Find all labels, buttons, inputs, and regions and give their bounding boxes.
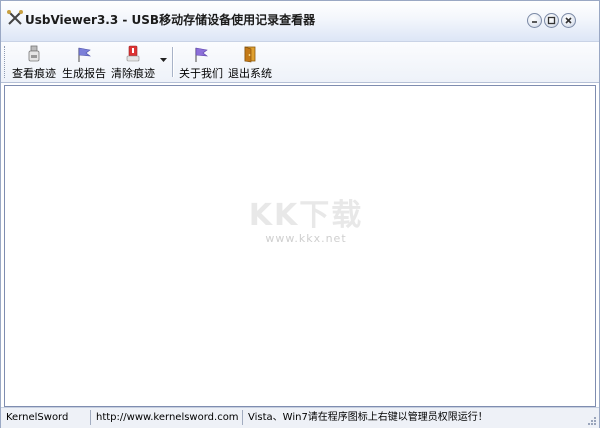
clear-trace-icon xyxy=(126,45,140,62)
usb-drive-icon xyxy=(28,45,40,62)
toolbar: 查看痕迹 生成报告 清除痕迹 关于我们 退出系统 xyxy=(1,42,599,83)
view-traces-label: 查看痕迹 xyxy=(12,67,56,80)
minimize-button[interactable] xyxy=(527,13,542,28)
crossed-tools-icon[interactable] xyxy=(6,9,24,27)
close-button[interactable] xyxy=(561,13,576,28)
toolbar-grip[interactable] xyxy=(4,46,8,78)
minimize-icon xyxy=(532,21,537,23)
watermark-title: KK下载 xyxy=(248,198,364,233)
generate-report-button[interactable]: 生成报告 xyxy=(61,45,107,80)
records-panel[interactable]: KK下载 www.kkx.net xyxy=(4,85,596,407)
about-us-button[interactable]: 关于我们 xyxy=(178,45,224,80)
clear-traces-button[interactable]: 清除痕迹 xyxy=(110,45,156,80)
title-bar[interactable]: UsbViewer3.3 - USB移动存储设备使用记录查看器 xyxy=(1,1,599,42)
watermark: KK下载 www.kkx.net xyxy=(241,190,371,245)
maximize-icon xyxy=(547,16,556,25)
main-window: UsbViewer3.3 - USB移动存储设备使用记录查看器 查看痕迹 生成报… xyxy=(0,0,600,428)
status-bar: KernelSword http://www.kernelsword.com V… xyxy=(1,407,599,428)
status-message: Vista、Win7请在程序图标上右键以管理员权限运行！ xyxy=(248,412,488,423)
report-flag-icon xyxy=(78,47,92,62)
window-title: UsbViewer3.3 - USB移动存储设备使用记录查看器 xyxy=(25,13,316,27)
exit-system-label: 退出系统 xyxy=(228,67,272,80)
exit-door-icon xyxy=(244,46,256,63)
generate-report-label: 生成报告 xyxy=(62,67,106,80)
resize-grip-icon[interactable] xyxy=(585,414,597,426)
maximize-button[interactable] xyxy=(544,13,559,28)
status-website: http://www.kernelsword.com xyxy=(93,410,243,425)
dropdown-arrow-icon[interactable] xyxy=(160,58,167,63)
about-flag-icon xyxy=(195,47,209,62)
view-traces-button[interactable]: 查看痕迹 xyxy=(11,45,57,80)
exit-system-button[interactable]: 退出系统 xyxy=(227,45,273,80)
status-author: KernelSword xyxy=(3,410,91,425)
about-us-label: 关于我们 xyxy=(179,67,223,80)
close-icon xyxy=(565,17,572,24)
clear-traces-label: 清除痕迹 xyxy=(111,67,155,80)
toolbar-separator xyxy=(172,47,174,77)
